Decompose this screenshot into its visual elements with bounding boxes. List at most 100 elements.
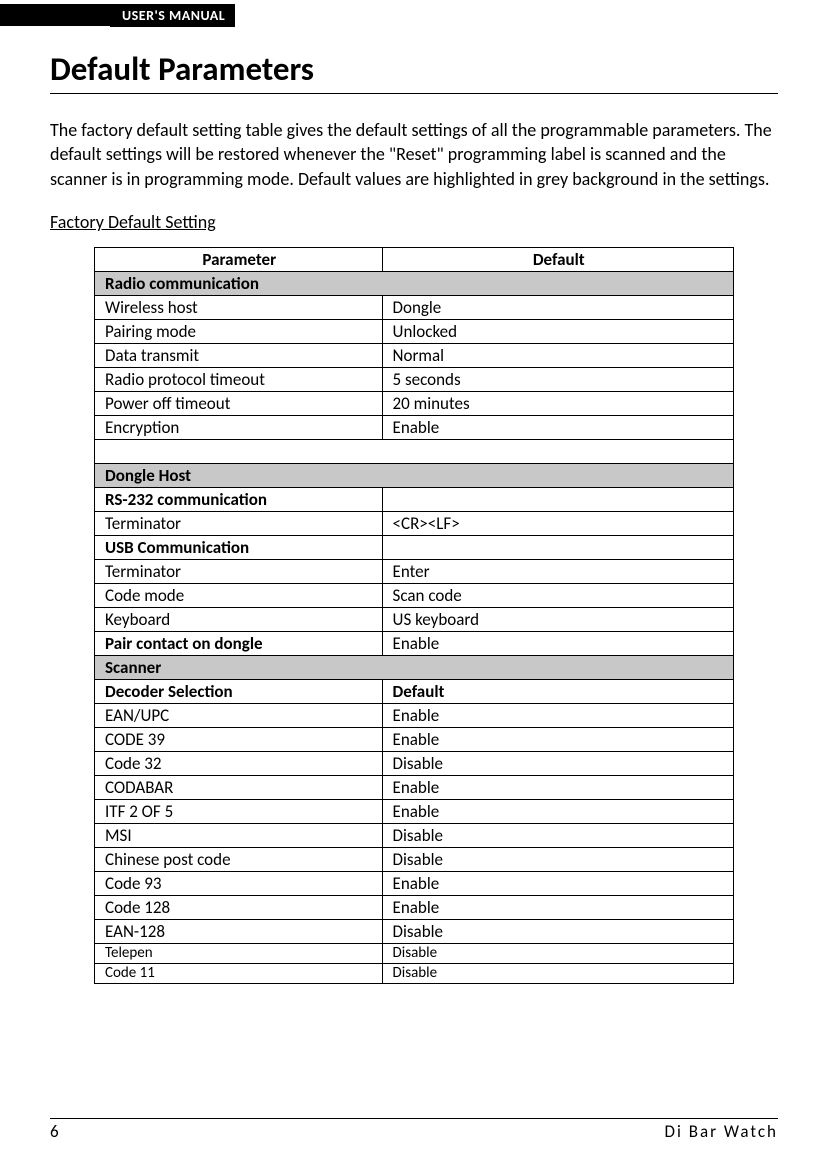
table-row: Pairing modeUnlocked <box>95 319 734 343</box>
table-row: EncryptionEnable <box>95 415 734 439</box>
default-cell: <CR><LF> <box>382 511 733 535</box>
header-bar-prefix <box>0 4 110 26</box>
default-cell: Disable <box>382 823 733 847</box>
page-content: Default Parameters The factory default s… <box>0 27 828 984</box>
table-row: USB Communication <box>95 535 734 559</box>
param-cell: Encryption <box>95 415 383 439</box>
table-row: Code 128Enable <box>95 895 734 919</box>
table-row: ITF 2 OF 5Enable <box>95 799 734 823</box>
title-rule <box>50 93 778 94</box>
param-cell: ITF 2 OF 5 <box>95 799 383 823</box>
param-cell: Wireless host <box>95 295 383 319</box>
table-row: MSIDisable <box>95 823 734 847</box>
param-cell: Code 128 <box>95 895 383 919</box>
default-cell: Disable <box>382 751 733 775</box>
param-cell: USB Communication <box>95 535 383 559</box>
table-row: Code 32Disable <box>95 751 734 775</box>
intro-paragraph: The factory default setting table gives … <box>50 118 778 191</box>
default-cell <box>382 535 733 559</box>
table-row: Radio protocol timeout5 seconds <box>95 367 734 391</box>
param-cell: Pairing mode <box>95 319 383 343</box>
default-cell: Unlocked <box>382 319 733 343</box>
param-cell: Decoder Selection <box>95 679 383 703</box>
header-bar-wrap: USER'S MANUAL <box>0 0 828 27</box>
table-row: Dongle Host <box>95 463 734 487</box>
param-cell: Chinese post code <box>95 847 383 871</box>
section-label: Scanner <box>95 655 734 679</box>
default-cell: Enable <box>382 703 733 727</box>
param-cell: CODE 39 <box>95 727 383 751</box>
default-cell: US keyboard <box>382 607 733 631</box>
param-cell: CODABAR <box>95 775 383 799</box>
page-title: Default Parameters <box>50 49 778 89</box>
default-cell: Default <box>382 679 733 703</box>
default-cell: Enable <box>382 727 733 751</box>
table-row: Radio communication <box>95 271 734 295</box>
param-cell: Terminator <box>95 559 383 583</box>
param-cell: Data transmit <box>95 343 383 367</box>
table-row: RS-232 communication <box>95 487 734 511</box>
param-cell: EAN/UPC <box>95 703 383 727</box>
col-parameter: Parameter <box>95 247 383 271</box>
table-row: Wireless hostDongle <box>95 295 734 319</box>
table-row: TelepenDisable <box>95 943 734 963</box>
default-cell: Enable <box>382 895 733 919</box>
param-cell: Code mode <box>95 583 383 607</box>
default-cell: Disable <box>382 963 733 983</box>
page-footer: 6 Di Bar Watch <box>50 1118 778 1142</box>
default-cell: Enable <box>382 775 733 799</box>
default-cell: Disable <box>382 919 733 943</box>
col-default: Default <box>382 247 733 271</box>
section-label: Dongle Host <box>95 463 734 487</box>
table-row: Code modeScan code <box>95 583 734 607</box>
parameters-table: Parameter Default Radio communicationWir… <box>94 247 734 984</box>
param-cell: Pair contact on dongle <box>95 631 383 655</box>
table-row: Data transmitNormal <box>95 343 734 367</box>
section-label: Radio communication <box>95 271 734 295</box>
param-cell: Radio protocol timeout <box>95 367 383 391</box>
empty-cell <box>95 439 734 463</box>
table-row: KeyboardUS keyboard <box>95 607 734 631</box>
default-cell: Normal <box>382 343 733 367</box>
default-cell: Dongle <box>382 295 733 319</box>
param-cell: Terminator <box>95 511 383 535</box>
table-row: Power off timeout20 minutes <box>95 391 734 415</box>
param-cell: Power off timeout <box>95 391 383 415</box>
default-cell: Enable <box>382 631 733 655</box>
table-row: Pair contact on dongleEnable <box>95 631 734 655</box>
table-row: Scanner <box>95 655 734 679</box>
table-row <box>95 439 734 463</box>
default-cell: 5 seconds <box>382 367 733 391</box>
default-cell <box>382 487 733 511</box>
factory-default-subhead: Factory Default Setting <box>50 211 778 233</box>
param-cell: Code 93 <box>95 871 383 895</box>
table-row: CODABAREnable <box>95 775 734 799</box>
param-cell: Code 11 <box>95 963 383 983</box>
table-row: TerminatorEnter <box>95 559 734 583</box>
table-row: Code 11Disable <box>95 963 734 983</box>
table-row: EAN/UPCEnable <box>95 703 734 727</box>
default-cell: Disable <box>382 943 733 963</box>
table-row: Terminator<CR><LF> <box>95 511 734 535</box>
default-cell: Enable <box>382 799 733 823</box>
default-cell: Enter <box>382 559 733 583</box>
param-cell: MSI <box>95 823 383 847</box>
table-row: Decoder SelectionDefault <box>95 679 734 703</box>
manual-header-label: USER'S MANUAL <box>110 4 235 27</box>
table-row: EAN-128Disable <box>95 919 734 943</box>
default-cell: Enable <box>382 871 733 895</box>
param-cell: EAN-128 <box>95 919 383 943</box>
param-cell: Telepen <box>95 943 383 963</box>
default-cell: 20 minutes <box>382 391 733 415</box>
default-cell: Enable <box>382 415 733 439</box>
param-cell: RS-232 communication <box>95 487 383 511</box>
table-header-row: Parameter Default <box>95 247 734 271</box>
product-name: Di Bar Watch <box>665 1121 779 1142</box>
default-cell: Scan code <box>382 583 733 607</box>
param-cell: Keyboard <box>95 607 383 631</box>
default-cell: Disable <box>382 847 733 871</box>
table-row: CODE 39Enable <box>95 727 734 751</box>
param-cell: Code 32 <box>95 751 383 775</box>
table-row: Chinese post codeDisable <box>95 847 734 871</box>
table-row: Code 93Enable <box>95 871 734 895</box>
